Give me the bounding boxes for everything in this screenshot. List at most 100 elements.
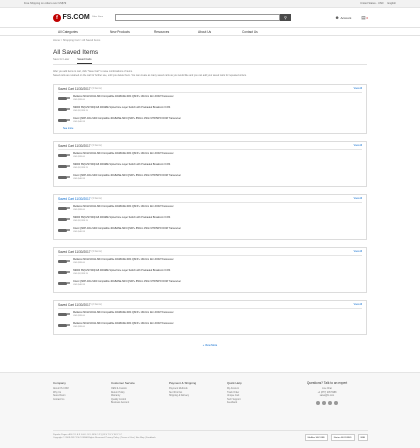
product-name[interactable]: Mellanox MC2210411-SR4 Compatible 40GBAS… — [73, 311, 174, 314]
shipping-notice: Free Shipping on orders over US$79 — [24, 2, 67, 5]
footer-contact-heading: Questions? Talk to an expert — [306, 381, 348, 385]
product-price: USD $2,999.70 — [73, 110, 88, 113]
view-all-link[interactable]: View All — [354, 144, 362, 147]
footer-link[interactable]: Business Account — [111, 402, 169, 406]
product-row: N9000 S5(C2S7400)/G8 400GBE Spine/Core L… — [58, 214, 362, 225]
nav-contact-us[interactable]: Contact Us — [242, 30, 286, 34]
saved-cart-title[interactable]: Saved Cart 11/30/2017 — [58, 87, 91, 91]
email-link[interactable]: sales@fs.com — [287, 395, 367, 399]
product-price: USD $99.00 — [73, 315, 85, 318]
product-name[interactable]: Cisco QSFP-40G-SR4 Compatible 40GBASE-SR… — [73, 227, 181, 230]
product-price: USD $46.93 — [73, 231, 85, 234]
tab-saved-carts[interactable]: Saved Carts — [77, 58, 92, 64]
product-name[interactable]: Cisco QSFP-40G-SR4 Compatible 40GBASE-SR… — [73, 280, 181, 283]
breadcrumb[interactable]: Home > Shopping Cart > All Saved Items — [53, 39, 367, 42]
country-selector[interactable]: United States - USD — [360, 2, 383, 5]
saved-cart-title[interactable]: Saved Cart 11/30/2017 — [58, 197, 91, 201]
saved-cart-title[interactable]: Saved Cart 11/30/2017 — [58, 250, 91, 254]
product-row: Cisco QSFP-40G-SR4 Compatible 40GBASE-SR… — [58, 115, 362, 126]
footer-column-company: Company About FS.COM Why Us News Room Co… — [53, 381, 111, 406]
switch-icon[interactable] — [58, 107, 70, 111]
nav-resources[interactable]: Resources — [154, 30, 198, 34]
saved-cart-header: Saved Cart 11/30/2017 (3 Items) View All — [58, 248, 362, 257]
product-price: USD $2,999.70 — [73, 167, 88, 170]
product-name[interactable]: Mellanox MC2210411-SR4 Compatible 40GBAS… — [73, 205, 174, 208]
site-logo[interactable]: f FS.COM Fiber Store — [53, 13, 115, 22]
footer-link[interactable]: Feedback — [227, 402, 285, 406]
bbb-badge[interactable]: BBB — [357, 434, 368, 441]
account-area: ☻Account ▤0 — [335, 15, 368, 21]
transceiver-icon[interactable] — [58, 228, 70, 232]
footer-heading: Company — [53, 381, 66, 385]
product-name[interactable]: N9000 S5(C2S7400)/G8 400GBE Spine/Core L… — [73, 216, 170, 219]
product-name[interactable]: Mellanox MC2210411-SR4 Compatible 40GBAS… — [73, 95, 174, 98]
language-selector[interactable]: English — [387, 2, 396, 5]
search-input[interactable] — [115, 13, 280, 22]
product-price: USD $99.00 — [73, 262, 85, 265]
product-name[interactable]: Cisco QSFP-40G-SR4 Compatible 40GBASE-SR… — [73, 117, 181, 120]
transceiver-icon[interactable] — [58, 153, 70, 157]
cart-count: 0 — [366, 16, 368, 20]
nav-new-products[interactable]: New Products — [110, 30, 154, 34]
product-price: USD $46.93 — [73, 284, 85, 287]
tab-save-for-later[interactable]: Save for Later — [53, 58, 69, 61]
product-price: USD $46.93 — [73, 178, 85, 181]
switch-icon[interactable] — [58, 270, 70, 274]
tabs: Save for Later Saved Carts — [53, 58, 367, 65]
linkedin-icon[interactable] — [328, 400, 332, 405]
account-label: Account — [340, 16, 352, 20]
product-row: Cisco QSFP-40G-SR4 Compatible 40GBASE-SR… — [58, 278, 362, 289]
facebook-icon[interactable] — [316, 400, 320, 405]
saved-cart-title[interactable]: Saved Cart 11/30/2017 — [58, 144, 91, 148]
norton-badge[interactable]: Norton SECURED — [330, 434, 355, 441]
see-more-link[interactable]: See more — [63, 127, 362, 130]
footer-heading: Customer Service — [111, 381, 135, 385]
trust-badges: McAfee SECURE Norton SECURED BBB — [304, 434, 368, 441]
product-name[interactable]: N9000 S5(C2S7400)/G8 400GBE Spine/Core L… — [73, 269, 170, 272]
switch-icon[interactable] — [58, 164, 70, 168]
saved-cart: Saved Cart 11/30/2017 (2 Items) View All… — [53, 300, 367, 336]
saved-cart-count: (3 Items) — [91, 87, 102, 91]
product-name[interactable]: N9000 S5(C2S7400)/G8 400GBE Spine/Core L… — [73, 163, 170, 166]
copyright: Copyright © 2009-2017 FS.COM All Rights … — [53, 437, 156, 440]
transceiver-icon[interactable] — [58, 206, 70, 210]
youtube-icon[interactable] — [334, 400, 338, 405]
product-row: Cisco QSFP-40G-SR4 Compatible 40GBASE-SR… — [58, 225, 362, 236]
view-all-link[interactable]: View All — [354, 87, 362, 90]
transceiver-icon[interactable] — [58, 259, 70, 263]
nav-all-categories[interactable]: All Categories — [58, 30, 110, 34]
product-row: N9000 S5(C2S7400)/G8 400GBE Spine/Core L… — [58, 104, 362, 115]
transceiver-icon[interactable] — [58, 175, 70, 179]
product-name[interactable]: Cisco QSFP-40G-SR4 Compatible 40GBASE-SR… — [73, 174, 181, 177]
saved-cart-title[interactable]: Saved Cart 11/30/2017 — [58, 303, 91, 307]
transceiver-icon[interactable] — [58, 118, 70, 122]
footer-column-customer-service: Customer Service OEM & Custom Return Pol… — [111, 381, 169, 406]
product-name[interactable]: Mellanox MC2210411-SR4 Compatible 40GBAS… — [73, 322, 174, 325]
footer-link[interactable]: Shipping & Delivery — [169, 395, 227, 399]
twitter-icon[interactable] — [322, 400, 326, 405]
saved-cart-header: Saved Cart 11/30/2017 (3 Items) View All — [58, 85, 362, 94]
switch-icon[interactable] — [58, 217, 70, 221]
page-title: All Saved Items — [53, 49, 99, 56]
transceiver-icon[interactable] — [58, 281, 70, 285]
product-name[interactable]: Mellanox MC2210411-SR4 Compatible 40GBAS… — [73, 258, 174, 261]
saved-cart: Saved Cart 11/30/2017 (3 Items) View All… — [53, 141, 367, 188]
transceiver-icon[interactable] — [58, 323, 70, 327]
product-name[interactable]: N9000 S5(C2S7400)/G8 400GBE Spine/Core L… — [73, 106, 170, 109]
view-more-button[interactable]: + View More — [53, 344, 367, 347]
product-name[interactable]: Mellanox MC2210411-SR4 Compatible 40GBAS… — [73, 152, 174, 155]
view-all-link[interactable]: View All — [354, 303, 362, 306]
view-all-link[interactable]: View All — [354, 250, 362, 253]
transceiver-icon[interactable] — [58, 96, 70, 100]
account-link[interactable]: ☻Account — [335, 15, 352, 20]
saved-cart-count: (3 Items) — [91, 144, 102, 148]
mcafee-badge[interactable]: McAfee SECURE — [304, 434, 328, 441]
saved-cart-count: (3 Items) — [91, 197, 102, 201]
nav-about-us[interactable]: About Us — [198, 30, 242, 34]
cart-link[interactable]: ▤0 — [361, 15, 368, 21]
view-all-link[interactable]: View All — [354, 197, 362, 200]
transceiver-icon[interactable] — [58, 312, 70, 316]
footer-columns: Company About FS.COM Why Us News Room Co… — [0, 373, 420, 406]
footer-link[interactable]: Contact Us — [53, 399, 111, 403]
search-button[interactable]: ⚲ — [280, 13, 291, 22]
